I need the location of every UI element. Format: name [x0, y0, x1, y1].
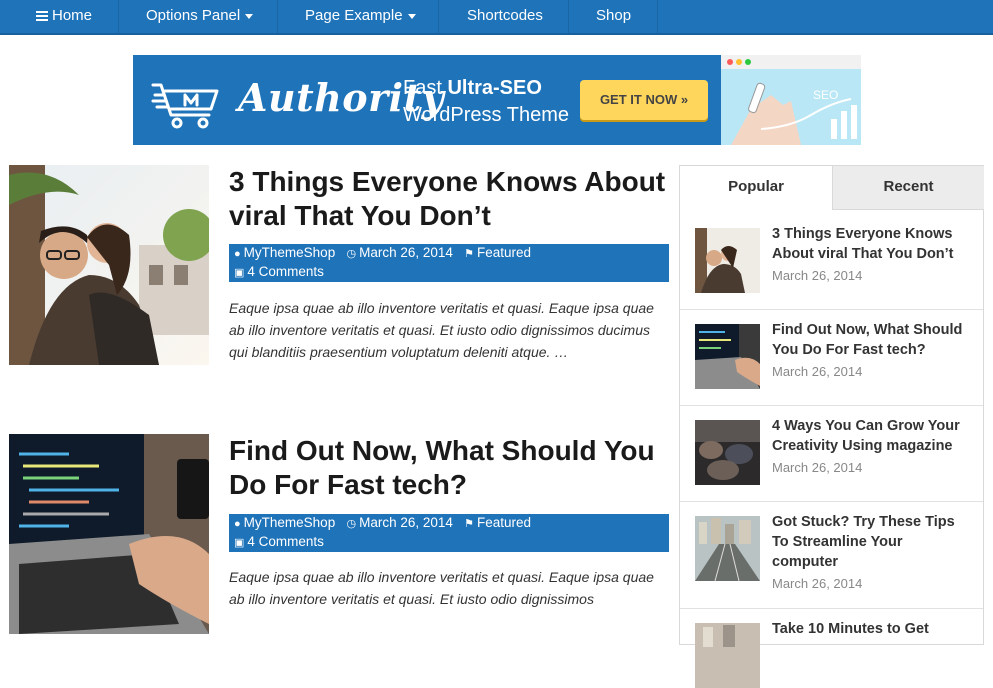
- post-date: March 26, 2014: [359, 245, 453, 260]
- list-item-title[interactable]: Find Out Now, What Should You Do For Fas…: [772, 320, 972, 360]
- post-date: March 26, 2014: [359, 515, 453, 530]
- list-item[interactable]: 3 Things Everyone Knows About viral That…: [680, 210, 983, 310]
- banner-tagline-line2: WordPress Theme: [403, 104, 569, 126]
- top-navigation: Home Options Panel Page Example Shortcod…: [0, 0, 993, 35]
- list-item-thumbnail[interactable]: [695, 623, 760, 688]
- post-comments[interactable]: 4 Comments: [247, 534, 324, 549]
- city-rail-photo: [695, 516, 760, 581]
- post-thumbnail[interactable]: [9, 165, 209, 365]
- list-item[interactable]: 4 Ways You Can Grow Your Creativity Usin…: [680, 405, 983, 502]
- tag-icon: ⚑: [464, 248, 475, 260]
- post-category[interactable]: Featured: [477, 245, 531, 260]
- tabs-widget: Popular Recent 3 Things Everyone Knows A…: [679, 165, 984, 688]
- clock-icon: ◷: [346, 248, 357, 260]
- banner-tagline: Fast Ultra-SEO: [403, 77, 542, 100]
- list-item-date: March 26, 2014: [772, 364, 863, 379]
- hand-drawing-icon: SEO: [731, 82, 857, 145]
- list-item-thumbnail[interactable]: [695, 228, 760, 293]
- cart-logo-icon: [151, 83, 219, 129]
- laptop-photo: [9, 434, 209, 634]
- list-item-title[interactable]: Take 10 Minutes to Get: [772, 619, 972, 639]
- post-thumbnail[interactable]: [9, 434, 209, 634]
- banner-screenshot: SEO: [721, 55, 861, 145]
- nav-item-home[interactable]: Home: [0, 0, 119, 33]
- nav-item-options-panel[interactable]: Options Panel: [119, 0, 278, 33]
- nav-item-label: Options Panel: [146, 7, 241, 24]
- post-photo: [695, 623, 760, 688]
- menu-icon: [36, 11, 48, 21]
- mock-label: SEO: [813, 88, 838, 102]
- browser-bar: [721, 55, 861, 69]
- user-icon: ●: [234, 518, 241, 530]
- nav-item-label: Page Example: [305, 7, 403, 24]
- comments-icon: ▣: [234, 537, 245, 549]
- post-comments[interactable]: 4 Comments: [247, 264, 324, 279]
- post-meta: ● MyThemeShop ◷ March 26, 2014 ⚑ Featured ▣…: [229, 244, 669, 282]
- post-meta: ● MyThemeShop ◷ March 26, 2014 ⚑ Featured ▣…: [229, 514, 669, 552]
- window-dot-icon: [745, 59, 751, 65]
- list-item[interactable]: Take 10 Minutes to Get: [680, 608, 983, 688]
- post-excerpt: Eaque ipsa quae ab illo inventore verita…: [229, 300, 654, 360]
- post-author[interactable]: MyThemeShop: [244, 245, 336, 260]
- tag-icon: ⚑: [464, 518, 475, 530]
- list-item[interactable]: Got Stuck? Try These Tips To Streamline …: [680, 501, 983, 609]
- post-category[interactable]: Featured: [477, 515, 531, 530]
- list-item-title[interactable]: 4 Ways You Can Grow Your Creativity Usin…: [772, 416, 972, 456]
- laptop-photo: [695, 324, 760, 389]
- post-author[interactable]: MyThemeShop: [244, 515, 336, 530]
- banner-ad[interactable]: Authority Fast Ultra-SEO WordPress Theme…: [133, 55, 861, 145]
- chevron-down-icon: [407, 13, 416, 19]
- post-title[interactable]: Find Out Now, What Should You Do For Fas…: [229, 434, 669, 502]
- nav-item-label: Shortcodes: [467, 7, 543, 24]
- list-item-date: March 26, 2014: [772, 576, 863, 591]
- post-title[interactable]: 3 Things Everyone Knows About viral That…: [229, 165, 669, 233]
- nav-item-label: Shop: [596, 7, 632, 24]
- tagline-prefix: Fast: [403, 77, 448, 99]
- couple-photo: [9, 165, 209, 365]
- post-excerpt: Eaque ipsa quae ab illo inventore verita…: [229, 569, 654, 607]
- window-dot-icon: [736, 59, 742, 65]
- list-item-thumbnail[interactable]: [695, 324, 760, 389]
- list-item-thumbnail[interactable]: [695, 516, 760, 581]
- nav-item-shop[interactable]: Shop: [569, 0, 658, 33]
- crowd-photo: [695, 420, 760, 485]
- tab-popular[interactable]: Popular: [680, 166, 833, 210]
- list-item-date: March 26, 2014: [772, 268, 863, 283]
- window-dot-icon: [727, 59, 733, 65]
- nav-item-page-example[interactable]: Page Example: [278, 0, 439, 33]
- tab-recent[interactable]: Recent: [833, 166, 984, 210]
- chevron-down-icon: [245, 13, 254, 19]
- nav-item-label: Home: [52, 7, 93, 24]
- list-item[interactable]: Find Out Now, What Should You Do For Fas…: [680, 309, 983, 406]
- tagline-strong: Ultra-SEO: [447, 77, 542, 99]
- list-item-title[interactable]: 3 Things Everyone Knows About viral That…: [772, 224, 972, 264]
- list-item-thumbnail[interactable]: [695, 420, 760, 485]
- clock-icon: ◷: [346, 518, 357, 530]
- comments-icon: ▣: [234, 267, 245, 279]
- list-item-date: March 26, 2014: [772, 460, 863, 475]
- nav-item-shortcodes[interactable]: Shortcodes: [439, 0, 569, 33]
- list-item-title[interactable]: Got Stuck? Try These Tips To Streamline …: [772, 512, 972, 572]
- get-it-now-button[interactable]: GET IT NOW »: [580, 80, 708, 120]
- user-icon: ●: [234, 248, 241, 260]
- couple-photo: [695, 228, 760, 293]
